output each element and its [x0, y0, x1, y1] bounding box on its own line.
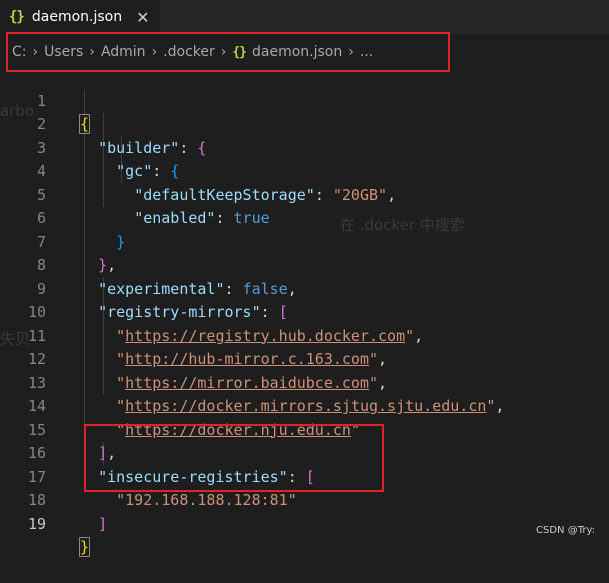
tab-title: daemon.json [31, 9, 123, 25]
code-line: 15 ], [0, 395, 609, 463]
code-line: 14 "https://docker.nju.edu.cn" [0, 372, 609, 439]
code-line: 8 "experimental": false, [0, 231, 609, 298]
tab-daemon-json[interactable]: {} daemon.json ✕ [0, 0, 160, 34]
code-line: 19 } [0, 489, 609, 557]
close-icon[interactable]: ✕ [136, 8, 149, 27]
code-line: 4 "defaultKeepStorage": "20GB", [0, 137, 609, 204]
code-line: 6 } [0, 184, 609, 251]
footer-credit: CSDN @Try: [536, 525, 595, 536]
code-line: 13 "https://docker.mirrors.sjtug.sjtu.ed… [0, 348, 609, 416]
code-line: 12 "https://mirror.baidubce.com", [0, 325, 609, 392]
code-line: 7 }, [0, 207, 609, 275]
code-line: 3 "gc": { [0, 113, 609, 181]
code-line: 2 "builder": { [0, 90, 609, 157]
code-editor[interactable]: 在 .docker 中搜索 arbo 失贝 1 { 2 "builder": {… [0, 66, 609, 557]
json-file-icon: {} [9, 9, 25, 25]
code-line: 11 "http://hub-mirror.c.163.com", [0, 301, 609, 369]
code-line: 10 "https://registry.hub.docker.com", [0, 278, 609, 345]
insecure-registries-highlight-box [84, 424, 384, 492]
tab-bar: {} daemon.json ✕ [0, 0, 609, 34]
line-number: 19 [27, 514, 46, 533]
code-line: 1 { [0, 66, 609, 134]
code-line: 9 "registry-mirrors": [ [0, 254, 609, 322]
code-line: 5 "enabled": true [0, 160, 609, 228]
